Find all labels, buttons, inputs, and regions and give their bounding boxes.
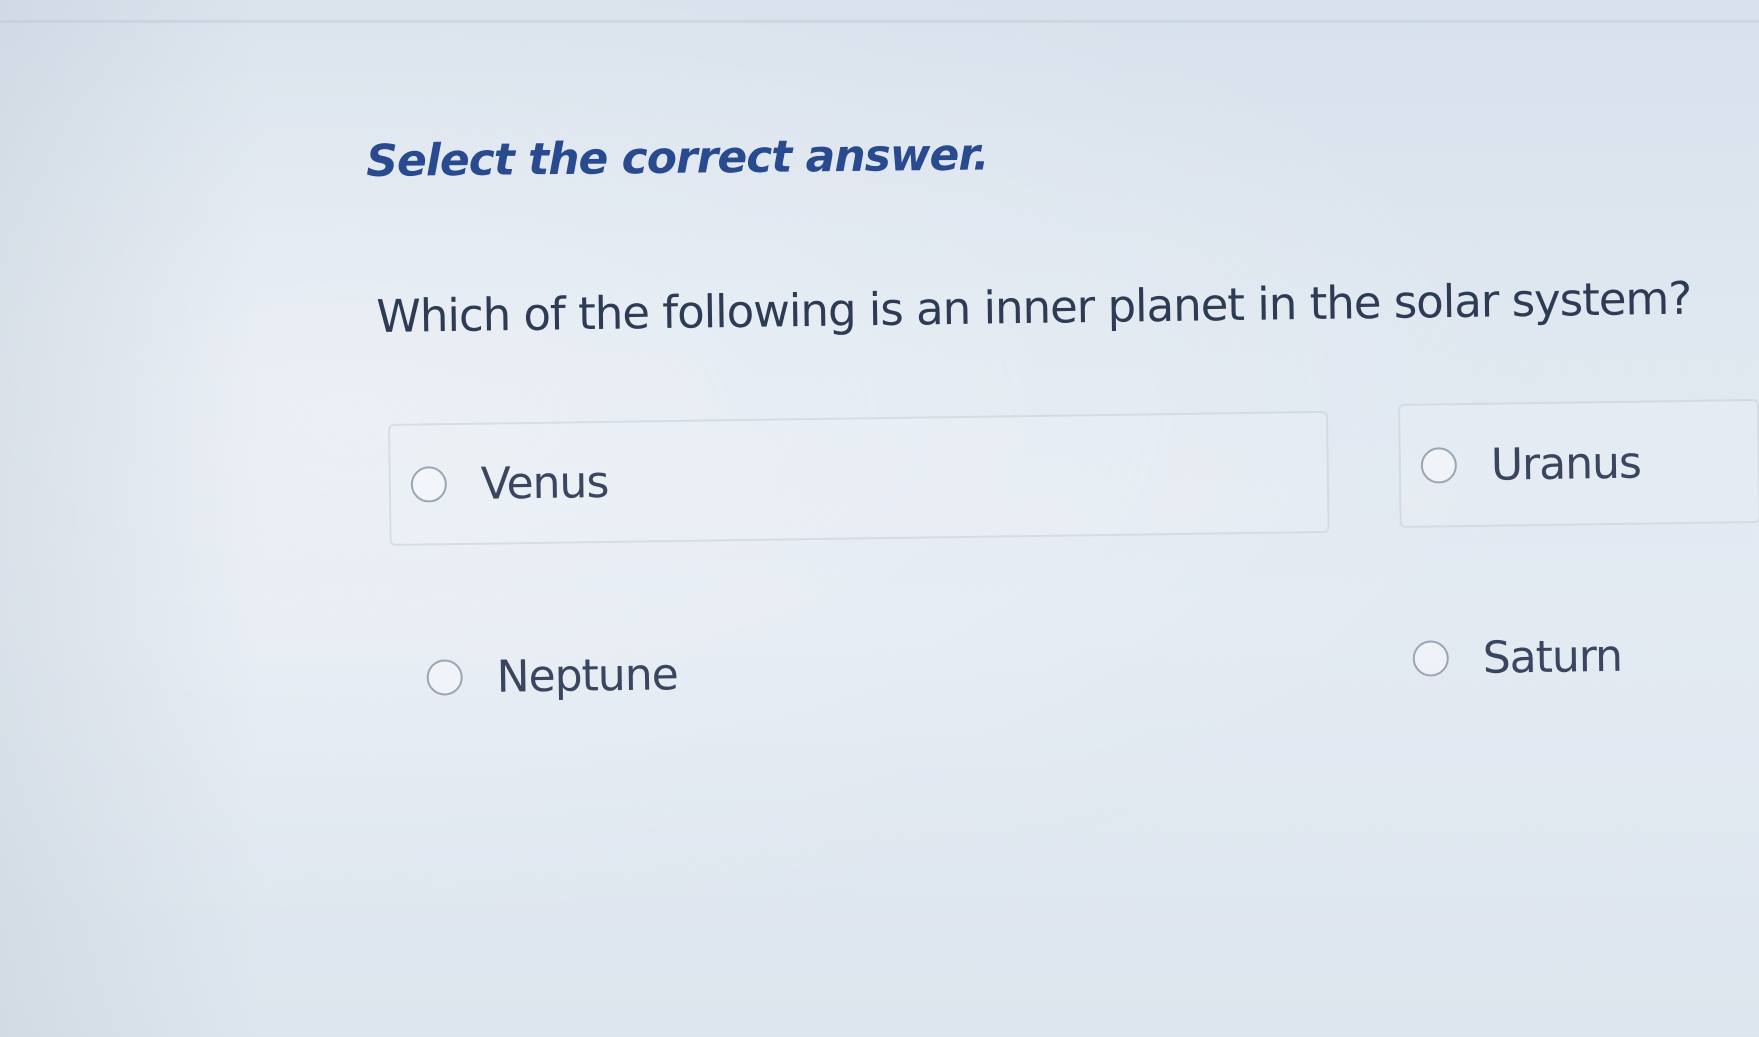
- answer-option-venus[interactable]: Venus: [388, 410, 1330, 546]
- answer-option-saturn[interactable]: Saturn: [1392, 599, 1759, 714]
- answer-option-label: Venus: [480, 456, 609, 510]
- radio-button-venus[interactable]: [410, 466, 448, 503]
- answer-option-neptune[interactable]: Neptune: [406, 615, 1307, 728]
- radio-button-saturn[interactable]: [1412, 640, 1450, 677]
- answer-option-label: Neptune: [496, 648, 679, 703]
- question-text: Which of the following is an inner plane…: [376, 271, 1692, 343]
- top-divider: [0, 20, 1759, 23]
- answer-option-label: Uranus: [1490, 437, 1642, 491]
- answer-option-uranus[interactable]: Uranus: [1398, 398, 1759, 528]
- radio-button-neptune[interactable]: [426, 659, 463, 696]
- radio-button-uranus[interactable]: [1420, 447, 1458, 484]
- instruction-heading: Select the correct answer.: [366, 129, 989, 187]
- answer-option-label: Saturn: [1482, 630, 1623, 684]
- background-shade: [0, 0, 260, 1037]
